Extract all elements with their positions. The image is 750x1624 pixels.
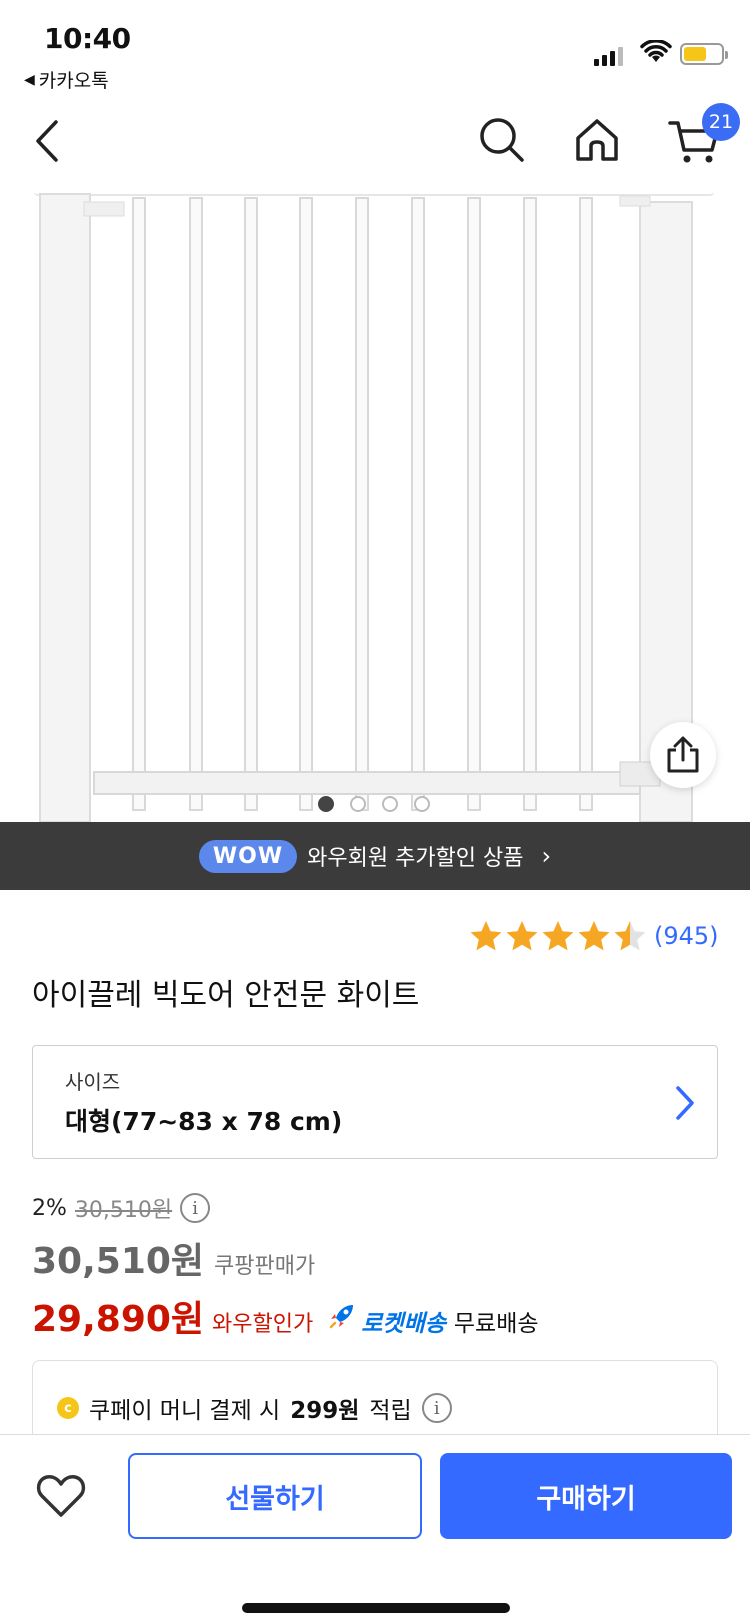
carousel-indicator — [318, 796, 430, 812]
cell-signal-icon — [594, 46, 623, 66]
battery-icon — [680, 43, 728, 65]
wow-member-banner[interactable]: WOW 와우회원 추가할인 상품 › — [0, 822, 750, 890]
status-bar: 10:40 ◀ 카카오톡 — [0, 0, 750, 100]
heart-icon[interactable] — [36, 1473, 86, 1519]
gift-button[interactable]: 선물하기 — [128, 1453, 422, 1539]
discount-rate: 2% — [32, 1195, 67, 1221]
sale-price: 30,510원 — [32, 1241, 205, 1282]
coupay-text: 쿠페이 머니 결제 시 — [89, 1398, 281, 1424]
back-triangle-icon: ◀ — [24, 71, 35, 88]
info-icon[interactable]: i — [180, 1193, 211, 1223]
top-nav-bar — [0, 100, 750, 192]
option-value: 대형(77~83 x 78 cm) — [65, 1107, 343, 1136]
rocket-delivery-label: 로켓배송 — [361, 1311, 446, 1337]
option-label: 사이즈 — [65, 1070, 121, 1094]
rocket-delivery-badge: 로켓배송 — [327, 1301, 446, 1338]
bottom-action-bar: 선물하기 구매하기 — [0, 1434, 750, 1624]
chevron-right-icon — [676, 1086, 694, 1120]
chevron-right-icon: › — [541, 842, 552, 870]
share-icon — [667, 736, 699, 773]
wifi-icon — [640, 40, 672, 62]
original-price: 30,510원 — [74, 1198, 173, 1223]
star-full-icon — [506, 921, 538, 951]
home-icon[interactable] — [574, 116, 620, 164]
star-full-icon — [578, 921, 610, 951]
coin-icon: c — [57, 1397, 79, 1419]
back-arrow-icon[interactable] — [30, 118, 62, 164]
back-app-label: 카카오톡 — [38, 70, 109, 92]
product-rating[interactable]: (945) — [468, 918, 719, 954]
wow-price-label: 와우할인가 — [212, 1312, 314, 1337]
cart-count-badge: 21 — [702, 103, 740, 141]
star-half-icon — [614, 921, 646, 951]
free-shipping-label: 무료배송 — [453, 1311, 539, 1337]
product-photo-safety-gate — [39, 193, 693, 822]
wow-price: 29,890원 — [32, 1299, 205, 1340]
product-title: 아이끌레 빅도어 안전문 화이트 — [32, 978, 420, 1013]
carousel-dot[interactable] — [382, 796, 398, 812]
search-icon[interactable] — [478, 116, 526, 164]
sale-price-label: 쿠팡판매가 — [214, 1254, 316, 1279]
carousel-dot[interactable] — [318, 796, 334, 812]
share-button[interactable] — [650, 722, 716, 788]
wow-price-row: 29,890원 와우할인가 로켓배송 무료배송 — [32, 1290, 539, 1342]
review-count[interactable]: (945) — [654, 922, 719, 950]
star-full-icon — [470, 921, 502, 951]
size-option-selector[interactable]: 사이즈 대형(77~83 x 78 cm) — [32, 1045, 718, 1159]
wow-badge: WOW — [198, 839, 298, 873]
home-indicator — [242, 1603, 510, 1613]
product-image-carousel[interactable] — [0, 192, 750, 822]
back-to-app-link[interactable]: ◀ 카카오톡 — [24, 66, 109, 93]
wow-banner-text: 와우회원 추가할인 상품 — [307, 846, 524, 871]
carousel-dot[interactable] — [350, 796, 366, 812]
star-full-icon — [542, 921, 574, 951]
carousel-dot[interactable] — [414, 796, 430, 812]
rocket-icon — [330, 1305, 354, 1329]
coupay-text-after: 적립 — [369, 1398, 412, 1424]
buy-button[interactable]: 구매하기 — [440, 1453, 732, 1539]
status-time: 10:40 — [44, 22, 131, 55]
discount-row: 2% 30,510원 i — [32, 1192, 211, 1224]
coupay-amount: 299원 — [290, 1398, 360, 1424]
info-icon[interactable]: i — [421, 1393, 452, 1423]
price-row: 30,510원 쿠팡판매가 — [32, 1232, 315, 1284]
